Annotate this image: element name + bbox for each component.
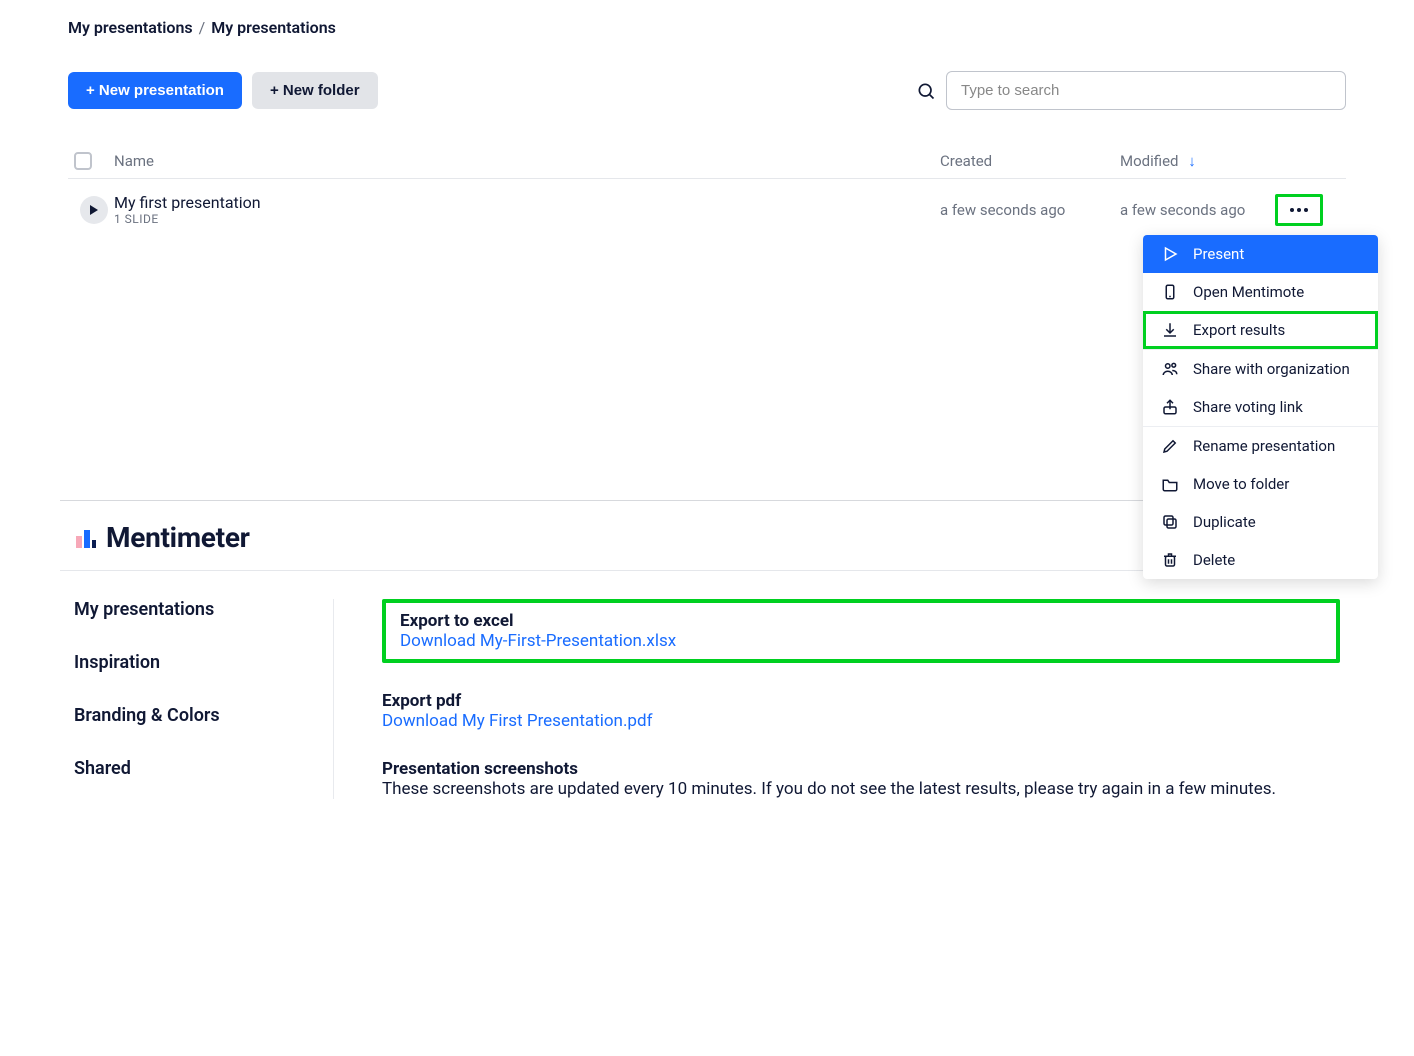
play-outline-icon bbox=[1161, 245, 1179, 263]
created-time: a few seconds ago bbox=[940, 201, 1120, 219]
presentation-screenshots-text: These screenshots are updated every 10 m… bbox=[382, 779, 1340, 799]
mentimeter-mark-icon bbox=[74, 526, 98, 550]
sidebar-item-branding-colors[interactable]: Branding & Colors bbox=[74, 705, 313, 726]
download-icon bbox=[1161, 321, 1179, 339]
mentimeter-logo[interactable]: Mentimeter bbox=[74, 521, 250, 554]
sidebar-item-inspiration[interactable]: Inspiration bbox=[74, 652, 313, 673]
list-header: Name Created Modified ↓ bbox=[68, 144, 1346, 179]
menu-present[interactable]: Present bbox=[1143, 235, 1378, 273]
export-excel-link[interactable]: Download My-First-Presentation.xlsx bbox=[400, 631, 1322, 651]
pencil-icon bbox=[1161, 437, 1179, 455]
table-row[interactable]: My first presentation 1 SLIDE a few seco… bbox=[68, 179, 1346, 240]
sort-arrow-down-icon: ↓ bbox=[1188, 152, 1196, 170]
sidebar: My presentations Inspiration Branding & … bbox=[74, 599, 334, 799]
column-created[interactable]: Created bbox=[940, 152, 1120, 170]
export-excel-block-highlight: Export to excel Download My-First-Presen… bbox=[382, 599, 1340, 663]
menu-delete[interactable]: Delete bbox=[1143, 541, 1378, 579]
sidebar-item-shared[interactable]: Shared bbox=[74, 758, 313, 779]
menu-share-organization[interactable]: Share with organization bbox=[1143, 350, 1378, 388]
select-all-checkbox[interactable] bbox=[74, 152, 92, 170]
new-presentation-button[interactable]: + New presentation bbox=[68, 72, 242, 109]
breadcrumb-root[interactable]: My presentations bbox=[68, 18, 193, 37]
menu-move-to-folder[interactable]: Move to folder bbox=[1143, 465, 1378, 503]
column-name[interactable]: Name bbox=[114, 152, 940, 170]
toolbar: + New presentation + New folder bbox=[68, 71, 1346, 110]
phone-icon bbox=[1161, 283, 1179, 301]
presentation-screenshots-title: Presentation screenshots bbox=[382, 759, 1340, 779]
export-pdf-link[interactable]: Download My First Presentation.pdf bbox=[382, 711, 1340, 731]
menu-export-results[interactable]: Export results bbox=[1143, 311, 1378, 349]
menu-share-voting-link[interactable]: Share voting link bbox=[1143, 388, 1378, 426]
play-presentation-button[interactable] bbox=[80, 196, 108, 224]
menu-duplicate[interactable]: Duplicate bbox=[1143, 503, 1378, 541]
brand-name: Mentimeter bbox=[106, 521, 250, 554]
sidebar-item-my-presentations[interactable]: My presentations bbox=[74, 599, 313, 620]
actions-dropdown: Present Open Mentimote Export results Sh… bbox=[1143, 235, 1378, 579]
breadcrumb-separator: / bbox=[199, 18, 206, 37]
breadcrumb-current: My presentations bbox=[211, 18, 336, 37]
modified-time: a few seconds ago bbox=[1120, 201, 1245, 219]
share-icon bbox=[1161, 398, 1179, 416]
duplicate-icon bbox=[1161, 513, 1179, 531]
breadcrumb: My presentations / My presentations bbox=[68, 18, 1346, 37]
group-icon bbox=[1161, 360, 1179, 378]
trash-icon bbox=[1161, 551, 1179, 569]
new-folder-button[interactable]: + New folder bbox=[252, 72, 378, 109]
search-input[interactable] bbox=[946, 71, 1346, 110]
export-excel-title: Export to excel bbox=[400, 611, 1322, 631]
export-pdf-title: Export pdf bbox=[382, 691, 1340, 711]
menu-rename[interactable]: Rename presentation bbox=[1143, 427, 1378, 465]
menu-open-mentimote[interactable]: Open Mentimote bbox=[1143, 273, 1378, 311]
export-content: Export to excel Download My-First-Presen… bbox=[334, 599, 1340, 799]
presentation-title[interactable]: My first presentation bbox=[114, 193, 940, 212]
more-actions-button[interactable] bbox=[1275, 194, 1323, 226]
column-modified[interactable]: Modified ↓ bbox=[1120, 152, 1340, 170]
search-icon bbox=[916, 81, 936, 101]
folder-icon bbox=[1161, 475, 1179, 493]
presentation-subtitle: 1 SLIDE bbox=[114, 212, 940, 226]
